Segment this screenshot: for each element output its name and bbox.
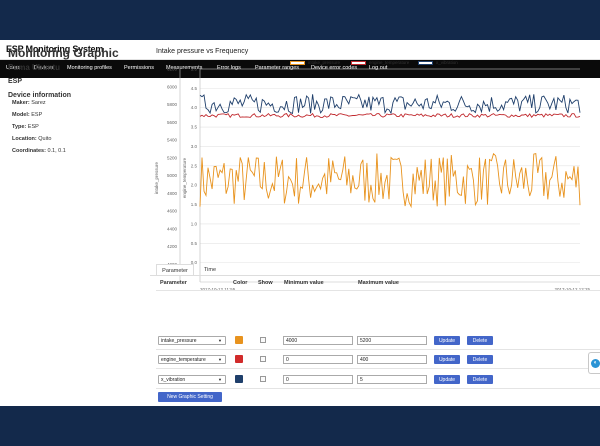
column-header-color: Color <box>233 280 248 286</box>
min-value-input[interactable]: 0 <box>283 375 353 384</box>
color-swatch[interactable] <box>235 336 243 344</box>
update-button[interactable]: Update <box>434 336 460 345</box>
y-tick-label: 2.0 <box>191 183 198 188</box>
chevron-down-icon: ▼ <box>218 377 222 382</box>
y-tick-label: 4400 <box>167 226 178 231</box>
info-key: Location: <box>12 136 37 142</box>
info-value: 0.1, 0.1 <box>47 148 66 154</box>
table-header-divider <box>156 290 600 291</box>
page-title: Monitoring Graphic <box>8 46 119 60</box>
chevron-down-icon: ▼ <box>218 357 222 362</box>
legend-swatch <box>418 61 433 65</box>
row-divider <box>156 388 600 389</box>
info-value: ESP <box>27 124 39 130</box>
info-key: Model: <box>12 112 30 118</box>
parameter-select[interactable]: x_vibration ▼ <box>158 375 226 384</box>
parameter-select-value: engine_temperature <box>161 357 206 363</box>
delete-button[interactable]: Delete <box>467 375 493 384</box>
color-swatch[interactable] <box>235 355 243 363</box>
nav-monitoring-profiles[interactable]: Monitoring profiles <box>67 65 112 71</box>
show-checkbox[interactable] <box>260 337 266 343</box>
new-graphic-setting-button[interactable]: New Graphic Setting <box>158 392 222 402</box>
info-value: ESP <box>31 112 43 118</box>
show-checkbox[interactable] <box>260 376 266 382</box>
show-checkbox[interactable] <box>260 356 266 362</box>
chat-icon: ◐ <box>591 359 600 368</box>
max-value-input[interactable]: 5 <box>357 375 427 384</box>
device-type: ESP <box>8 78 23 85</box>
y-tick-label: 4800 <box>167 191 178 196</box>
y-tick-label: 6200 <box>167 67 178 72</box>
column-header-parameter: Parameter <box>160 280 187 286</box>
y-axis-title: intake_pressure <box>154 161 159 194</box>
y-tick-label: 2.5 <box>191 163 198 168</box>
column-header-min: Minimum value <box>284 280 324 286</box>
color-swatch[interactable] <box>235 375 243 383</box>
device-name: Puma Ubuntu <box>8 63 60 72</box>
update-button[interactable]: Update <box>434 355 460 364</box>
row-divider <box>156 368 600 369</box>
y-tick-label: 4.5 <box>191 86 198 91</box>
info-value: Sarez <box>31 100 46 106</box>
legend-label: engine_temperature <box>369 60 410 65</box>
y-tick-label: 4600 <box>167 209 178 214</box>
y-tick-label: 5200 <box>167 155 178 160</box>
y-tick-label: 4.0 <box>191 105 198 110</box>
column-header-show: Show <box>258 280 273 286</box>
info-type: Type: ESP <box>12 124 39 130</box>
series-line-x-vibration <box>199 93 581 115</box>
series-line-intake-pressure <box>199 152 581 209</box>
info-coordinates: Coordinates: 0.1, 0.1 <box>12 148 66 154</box>
column-header-max: Maximum value <box>358 280 399 286</box>
update-button[interactable]: Update <box>434 375 460 384</box>
info-value: Quito <box>38 136 52 142</box>
delete-button[interactable]: Delete <box>467 355 493 364</box>
parameter-select-value: x_vibration <box>161 377 186 383</box>
series-line-engine-temperature <box>199 112 581 119</box>
y-tick-label: 5000 <box>167 173 178 178</box>
y-tick-label: 4200 <box>167 244 178 249</box>
info-model: Model: ESP <box>12 112 42 118</box>
parameter-select[interactable]: intake_pressure ▼ <box>158 336 226 345</box>
info-key: Coordinates: <box>12 148 46 154</box>
y-tick-label: 5400 <box>167 138 178 143</box>
min-value-input[interactable]: 4000 <box>283 336 353 345</box>
y-tick-label: 5800 <box>167 102 178 107</box>
legend-label: x_vibration <box>436 60 458 65</box>
info-key: Type: <box>12 124 27 130</box>
y-tick-label: 1.5 <box>191 202 198 207</box>
chevron-down-icon: ▼ <box>218 338 222 343</box>
y-tick-label: 3.5 <box>191 125 198 130</box>
delete-button[interactable]: Delete <box>467 336 493 345</box>
legend-swatch <box>290 61 305 65</box>
y-tick-label: 6000 <box>167 84 178 89</box>
parameter-select-value: intake_pressure <box>161 338 197 344</box>
device-info-heading: Device information <box>8 92 72 99</box>
info-key: Maker: <box>12 100 30 106</box>
row-divider <box>156 349 600 350</box>
parameter-select[interactable]: engine_temperature ▼ <box>158 355 226 364</box>
legend-swatch <box>351 61 366 65</box>
y-tick-label: 3.0 <box>191 144 198 149</box>
tab-divider <box>150 275 600 276</box>
y-tick-label: 5.0 <box>191 67 198 72</box>
max-value-input[interactable]: 5200 <box>357 336 427 345</box>
info-location: Location: Quito <box>12 136 51 142</box>
y-axis-title: engine_temperature <box>182 157 187 198</box>
info-maker: Maker: Sarez <box>12 100 46 106</box>
y-tick-label: 0.5 <box>191 241 198 246</box>
max-value-input[interactable]: 400 <box>357 355 427 364</box>
y-tick-label: 1.0 <box>191 221 198 226</box>
legend-label: intake_pressure <box>308 60 341 65</box>
chart-title: Intake pressure vs Frequency <box>156 48 249 55</box>
min-value-input[interactable]: 0 <box>283 355 353 364</box>
y-tick-label: 5600 <box>167 120 178 125</box>
feedback-widget[interactable]: ◐ <box>588 352 600 374</box>
